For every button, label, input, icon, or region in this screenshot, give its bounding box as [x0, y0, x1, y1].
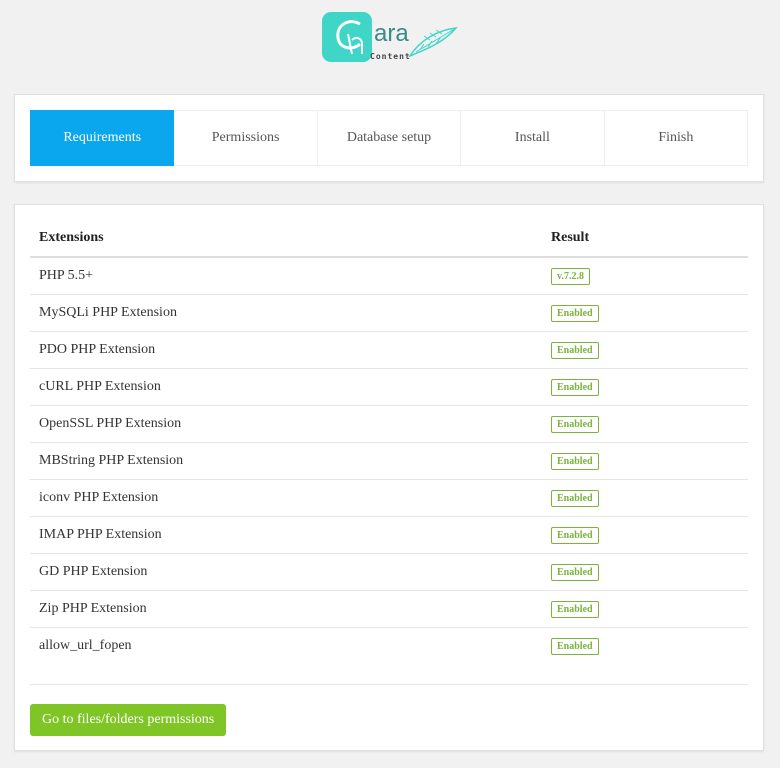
go-to-permissions-button[interactable]: Go to files/folders permissions — [30, 704, 227, 736]
table-row: OpenSSL PHP Extension Enabled — [30, 405, 748, 443]
result-badge: Enabled — [551, 378, 599, 396]
step-permissions[interactable]: Permissions — [174, 110, 318, 166]
table-row: IMAP PHP Extension Enabled — [30, 516, 748, 554]
header-extensions: Extensions — [30, 219, 542, 258]
result-badge: Enabled — [551, 526, 599, 544]
result-badge: Enabled — [551, 637, 599, 655]
table-row: cURL PHP Extension Enabled — [30, 368, 748, 406]
result-badge: Enabled — [551, 489, 599, 507]
requirements-table: Extensions Result PHP 5.5+ v.7.2.8 MySQL… — [30, 219, 748, 664]
extension-name: PDO PHP Extension — [30, 331, 542, 369]
result-badge: Enabled — [551, 600, 599, 618]
extension-name: iconv PHP Extension — [30, 479, 542, 517]
extension-name: MBString PHP Extension — [30, 442, 542, 480]
extension-name: IMAP PHP Extension — [30, 516, 542, 554]
extension-name: Zip PHP Extension — [30, 590, 542, 628]
step-finish[interactable]: Finish — [604, 110, 749, 166]
wizard-steps-panel: Requirements Permissions Database setup … — [14, 94, 764, 182]
extension-name: allow_url_fopen — [39, 638, 132, 653]
table-row: GD PHP Extension Enabled — [30, 553, 748, 591]
requirements-panel: Extensions Result PHP 5.5+ v.7.2.8 MySQL… — [14, 204, 764, 751]
table-header-row: Extensions Result — [30, 219, 748, 258]
table-row: PHP 5.5+ v.7.2.8 — [30, 257, 748, 295]
extension-name: GD PHP Extension — [30, 553, 542, 591]
result-badge: Enabled — [551, 304, 599, 322]
wizard-steps: Requirements Permissions Database setup … — [30, 110, 749, 166]
extension-name: PHP 5.5+ — [30, 257, 542, 295]
result-badge: Enabled — [551, 415, 599, 433]
extension-name: OpenSSL PHP Extension — [30, 405, 542, 443]
logo-text: ara — [374, 20, 409, 47]
divider — [30, 684, 748, 685]
table-row: PDO PHP Extension Enabled — [30, 331, 748, 369]
logo: ara Content — [320, 10, 462, 66]
table-row: MBString PHP Extension Enabled — [30, 442, 748, 480]
table-row: allow_url_fopen Enabled — [30, 628, 748, 665]
logo-subtext: Content — [370, 52, 411, 61]
result-badge: Enabled — [551, 452, 599, 470]
extension-name: cURL PHP Extension — [30, 368, 542, 406]
header-result: Result — [542, 219, 748, 258]
table-row: Zip PHP Extension Enabled — [30, 590, 748, 628]
step-database-setup[interactable]: Database setup — [317, 110, 462, 166]
step-install[interactable]: Install — [461, 110, 605, 166]
step-requirements[interactable]: Requirements — [30, 110, 175, 166]
result-badge: Enabled — [551, 341, 599, 359]
table-row: MySQLi PHP Extension Enabled — [30, 294, 748, 332]
result-badge: v.7.2.8 — [551, 267, 590, 285]
extension-name: MySQLi PHP Extension — [30, 294, 542, 332]
result-badge: Enabled — [551, 563, 599, 581]
table-row: iconv PHP Extension Enabled — [30, 479, 748, 517]
